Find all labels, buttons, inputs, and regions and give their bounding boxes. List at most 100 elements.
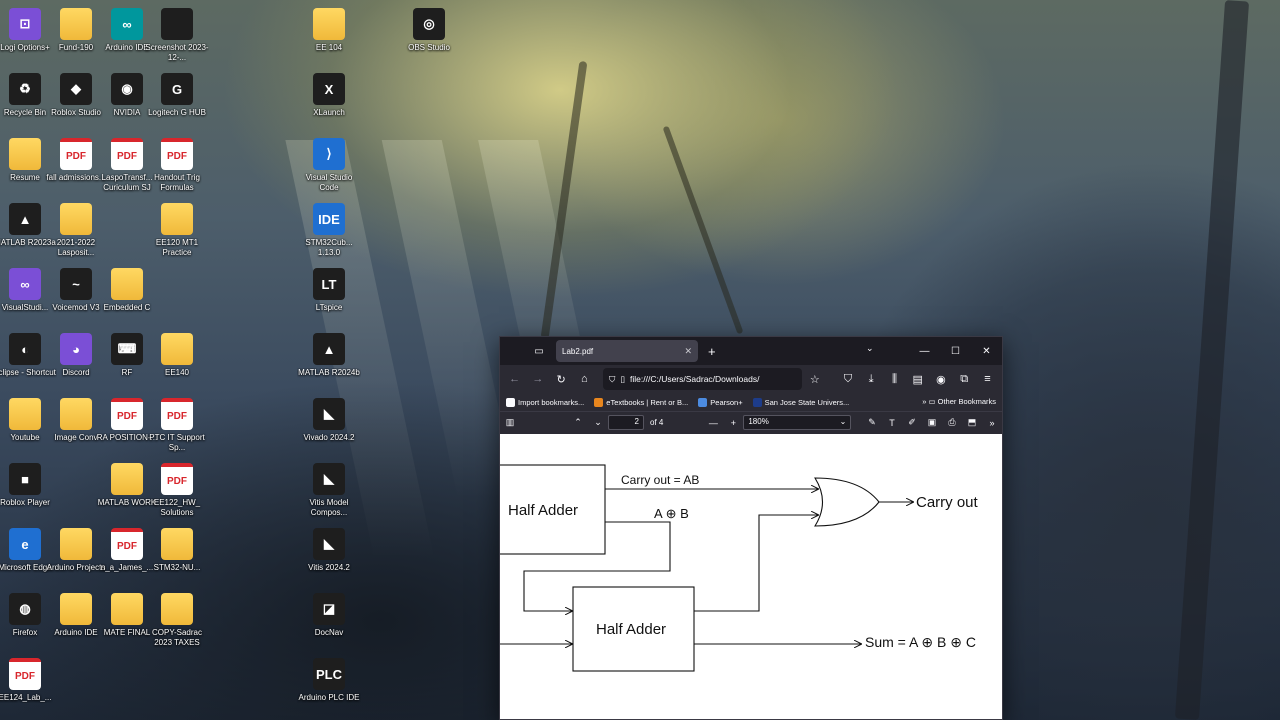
zoom-out-icon[interactable]: — — [703, 418, 723, 428]
page-number-input[interactable]: 2 — [608, 415, 644, 430]
library-icon[interactable]: ⫼ — [884, 368, 905, 390]
desktop-icon-handout[interactable]: PDF Handout Trig Formulas — [146, 134, 208, 196]
desktop-icon-ee120[interactable]: EE120 MT1 Practice — [146, 199, 208, 261]
tab-bar: ▭ Lab2.pdf ✕ + ⌄ — ☐ ✕ — [500, 337, 1002, 365]
desktop-icon-ee140[interactable]: EE140 — [146, 329, 208, 391]
highlight-icon[interactable]: ✎ — [862, 417, 882, 428]
desktop-icon-embedded[interactable]: Embedded C — [96, 264, 158, 326]
print-icon[interactable]: ⎙ — [942, 417, 962, 428]
pdf-toolbar: ▥ ⌃ ⌄ 2 of 4 — + 180% ⌄ ✎ T ✐ ▣ ⎙ ⬒ » — [500, 411, 1002, 433]
desktop-icon-copysadrac[interactable]: COPY-Sadrac 2023 TAXES — [146, 589, 208, 651]
desktop-icon-obs[interactable]: ◎ OBS Studio — [398, 4, 460, 66]
bookmark-item[interactable]: eTextbooks | Rent or B... — [594, 397, 688, 407]
vitalsource-icon — [594, 397, 604, 407]
forward-arrow-icon[interactable]: → — [527, 368, 548, 390]
desktop-icon-label: COPY-Sadrac 2023 TAXES — [152, 628, 202, 647]
downloads-icon[interactable]: ⤓ — [861, 368, 882, 390]
desktop-icon-label: DocNav — [314, 628, 344, 637]
desktop-icon-xlaunch[interactable]: X XLaunch — [298, 69, 360, 131]
home-icon[interactable]: ⌂ — [574, 368, 595, 390]
back-arrow-icon[interactable]: ← — [504, 368, 525, 390]
folder-icon — [111, 593, 143, 625]
desktop-icon-vivado[interactable]: ◣ Vivado 2024.2 — [298, 394, 360, 456]
desktop-icon-robloxplayer[interactable]: ■ Roblox Player — [0, 459, 56, 521]
desktop-icon-arduinoplc[interactable]: PLC Arduino PLC IDE — [298, 654, 360, 716]
sidebar-icon[interactable]: ▤ — [907, 368, 928, 390]
next-page-icon[interactable]: ⌄ — [588, 417, 608, 428]
desktop-icon-label: Arduino PLC IDE — [298, 693, 360, 702]
folder-icon — [161, 203, 193, 235]
desktop-icon-matlab24[interactable]: ▲ MATLAB R2024b — [298, 329, 360, 391]
more-tools-icon[interactable]: » — [982, 418, 1002, 428]
menu-icon[interactable]: ≡ — [977, 368, 998, 390]
close-icon[interactable]: ✕ — [971, 337, 1002, 365]
maximize-icon[interactable]: ☐ — [940, 337, 971, 365]
pocket-icon[interactable]: ⛉ — [837, 368, 858, 390]
tab-lab2-pdf[interactable]: Lab2.pdf ✕ — [556, 340, 698, 362]
desktop-icon-label: Roblox Player — [0, 498, 50, 507]
bookmark-item[interactable]: San Jose State Univers... — [752, 397, 849, 407]
desktop-icon-lasposit[interactable]: 2021-2022 Lasposit... — [45, 199, 107, 261]
desktop-icon-ee124[interactable]: PDF EE124_Lab_... — [0, 654, 56, 716]
save-icon[interactable]: ⬒ — [962, 417, 982, 428]
half-adder-1-label: Half Adder — [508, 502, 578, 519]
bookmark-star-icon[interactable]: ☆ — [804, 368, 825, 390]
desktop-icon-label: STM32Cub... 1.13.0 — [305, 238, 353, 257]
account-icon[interactable]: ◉ — [930, 368, 951, 390]
text-icon[interactable]: T — [882, 418, 902, 428]
folder-icon — [60, 593, 92, 625]
close-tab-icon[interactable]: ✕ — [684, 346, 692, 357]
discord-icon: ◕ — [60, 333, 92, 365]
obs-icon: ◎ — [413, 8, 445, 40]
extensions-icon[interactable]: ⧉ — [954, 368, 975, 390]
bookmark-item[interactable]: Pearson+ — [698, 397, 743, 407]
folder-icon — [9, 398, 41, 430]
desktop-icon-label: Vitis 2024.2 — [308, 563, 350, 572]
keyboard-icon: ⌨ — [111, 333, 143, 365]
desktop-icon-stm32nu[interactable]: STM32-NU... — [146, 524, 208, 586]
bookmarks-toolbar: Import bookmarks... eTextbooks | Rent or … — [500, 393, 1002, 411]
desktop-icon-label: Screenshot 2023-12-... — [145, 43, 209, 62]
desktop-icon-label: MATLAB R2024b — [298, 368, 360, 377]
draw-icon[interactable]: ✐ — [902, 417, 922, 428]
url-bar[interactable]: ⛉ ▯ file:///C:/Users/Sadrac/Downloads/ — [602, 368, 803, 390]
pearson-icon — [698, 397, 708, 407]
folder-icon — [60, 398, 92, 430]
desktop-icon-stm32cube[interactable]: IDE STM32Cub... 1.13.0 — [298, 199, 360, 261]
tab-list-icon[interactable]: ▭ — [526, 341, 552, 361]
desktop-icon-vitis[interactable]: ◣ Vitis 2024.2 — [298, 524, 360, 586]
shield-icon[interactable]: ⛉ — [609, 374, 615, 385]
desktop-icon-vitismodel[interactable]: ◣ Vitis Model Compos... — [298, 459, 360, 521]
minimize-icon[interactable]: — — [909, 337, 940, 365]
voicemod-icon: ~ — [60, 268, 92, 300]
chevron-down-icon[interactable]: ⌄ — [866, 343, 874, 354]
desktop-icon-docnav[interactable]: ◪ DocNav — [298, 589, 360, 651]
screenshot-icon — [161, 8, 193, 40]
ltspice-icon: LT — [313, 268, 345, 300]
zoom-select[interactable]: 180% ⌄ — [743, 415, 852, 430]
desktop-icon-vscode[interactable]: ⟩ Visual Studio Code — [298, 134, 360, 196]
desktop-icon-ee122[interactable]: PDF EE122_HW_ Solutions — [146, 459, 208, 521]
other-bookmarks[interactable]: » ▭ Other Bookmarks — [922, 397, 996, 406]
desktop-icon-logitech[interactable]: G Logitech G HUB — [146, 69, 208, 131]
desktop-icon-label: EE 104 — [315, 43, 343, 52]
desktop-icon-ltspice[interactable]: LT LTspice — [298, 264, 360, 326]
desktop-icon-screenshot[interactable]: Screenshot 2023-12-... — [145, 4, 209, 66]
folder-icon — [161, 593, 193, 625]
zoom-in-icon[interactable]: + — [723, 418, 743, 428]
roblox-studio-icon: ◆ — [60, 73, 92, 105]
a-xor-b-wire — [523, 521, 671, 611]
desktop-icon-ptc[interactable]: PDF PTC IT Support Sp... — [146, 394, 208, 456]
recycle-bin-icon: ♻ — [9, 73, 41, 105]
bookmark-item[interactable]: Import bookmarks... — [506, 397, 584, 407]
image-icon[interactable]: ▣ — [922, 417, 942, 428]
previous-page-icon[interactable]: ⌃ — [568, 417, 588, 428]
reload-icon[interactable]: ↻ — [550, 368, 571, 390]
folder-icon — [60, 8, 92, 40]
new-tab-button[interactable]: + — [708, 344, 716, 359]
desktop-icon-ee104[interactable]: EE 104 — [298, 4, 360, 66]
sidebar-toggle-icon[interactable]: ▥ — [500, 417, 520, 428]
desktop-icon-label: Handout Trig Formulas — [154, 173, 200, 192]
visual-studio-icon: ∞ — [9, 268, 41, 300]
chevron-down-icon: ⌄ — [839, 417, 847, 426]
